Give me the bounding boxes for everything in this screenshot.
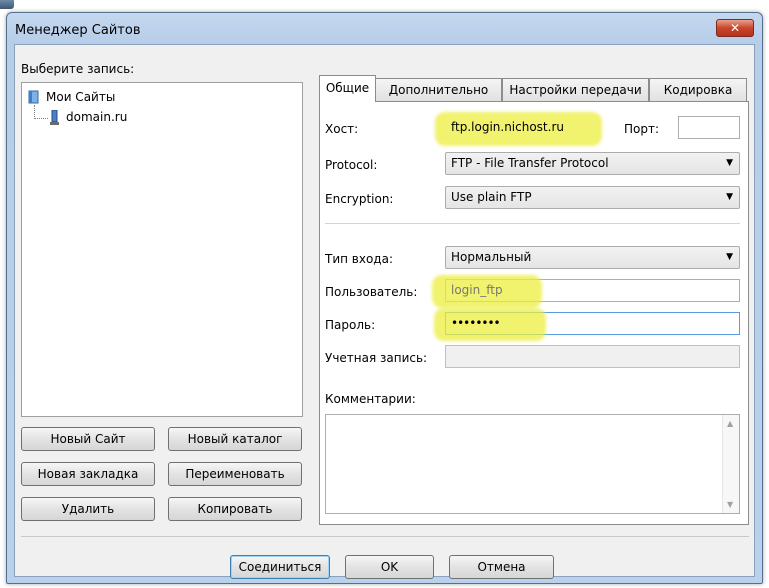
new-bookmark-button[interactable]: Новая закладка <box>21 462 155 486</box>
encryption-label: Encryption: <box>325 192 394 206</box>
protocol-select[interactable]: FTP - File Transfer Protocol ▼ <box>445 152 740 175</box>
protocol-value: FTP - File Transfer Protocol <box>451 156 609 170</box>
scroll-down-icon[interactable]: ▼ <box>727 500 733 509</box>
login-type-value: Нормальный <box>451 250 532 264</box>
user-label: Пользователь: <box>325 285 418 299</box>
tab-advanced[interactable]: Дополнительно <box>375 78 502 101</box>
host-label: Хост: <box>325 122 359 136</box>
cancel-button[interactable]: Отмена <box>449 555 554 579</box>
login-type-select[interactable]: Нормальный ▼ <box>445 246 740 269</box>
site-tree[interactable]: Мои Сайты domain.ru <box>21 82 303 417</box>
account-label: Учетная запись: <box>325 351 428 365</box>
encryption-select[interactable]: Use plain FTP ▼ <box>445 186 740 209</box>
copy-button[interactable]: Копировать <box>168 497 302 521</box>
dialog-client-area: Выберите запись: Мои Сайты domain.ru Нов… <box>14 44 755 579</box>
delete-button[interactable]: Удалить <box>21 497 155 521</box>
account-input <box>445 345 740 368</box>
chevron-down-icon: ▼ <box>726 158 733 168</box>
chevron-down-icon: ▼ <box>726 252 733 262</box>
folder-icon <box>28 90 40 104</box>
tree-line <box>34 118 48 119</box>
server-icon <box>50 109 60 126</box>
new-folder-button[interactable]: Новый каталог <box>168 427 302 451</box>
port-label: Порт: <box>624 122 660 136</box>
login-type-label: Тип входа: <box>325 252 393 266</box>
connect-button[interactable]: Соединиться <box>230 555 330 579</box>
tree-line <box>34 105 35 119</box>
user-value: login_ftp <box>451 283 503 297</box>
comments-textarea[interactable]: ▲ ▼ <box>325 414 740 514</box>
host-input[interactable]: ftp.login.nichost.ru <box>445 116 595 139</box>
footer-separator <box>21 536 749 537</box>
select-entry-label: Выберите запись: <box>21 62 135 76</box>
encryption-value: Use plain FTP <box>451 190 532 204</box>
tab-general[interactable]: Общие <box>319 75 376 102</box>
tab-transfer-settings[interactable]: Настройки передачи <box>502 78 649 101</box>
chevron-down-icon: ▼ <box>726 192 733 202</box>
tree-root-item[interactable]: Мои Сайты <box>46 90 115 104</box>
new-site-button[interactable]: Новый Сайт <box>21 427 155 451</box>
general-tab-panel: Хост: ftp.login.nichost.ru Порт: Protoco… <box>319 101 749 525</box>
tab-charset[interactable]: Кодировка <box>649 78 747 101</box>
scrollbar[interactable]: ▲ ▼ <box>722 415 739 513</box>
rename-button[interactable]: Переименовать <box>168 462 302 486</box>
protocol-label: Protocol: <box>325 158 378 172</box>
window-title: Менеджер Сайтов <box>15 23 141 38</box>
port-input[interactable] <box>678 116 740 139</box>
scroll-up-icon[interactable]: ▲ <box>727 419 733 428</box>
separator <box>325 223 740 224</box>
tree-site-item[interactable]: domain.ru <box>66 110 127 124</box>
password-value: •••••••• <box>451 316 501 330</box>
ok-button[interactable]: OK <box>345 555 434 579</box>
close-button[interactable]: ✕ <box>716 19 754 37</box>
password-label: Пароль: <box>325 318 376 332</box>
taskbar-corner-icon <box>0 0 14 9</box>
comments-label: Комментарии: <box>325 392 416 406</box>
site-manager-window: Менеджер Сайтов ✕ Выберите запись: Мои С… <box>6 12 763 584</box>
